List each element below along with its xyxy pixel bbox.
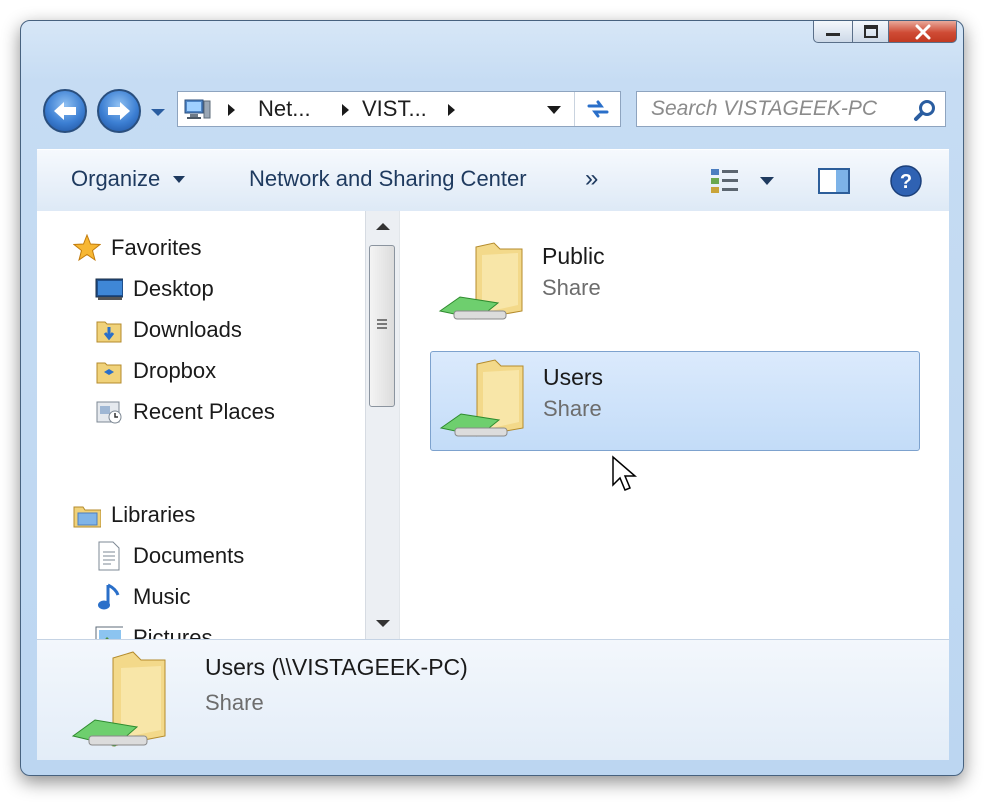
list-item[interactable]: Public Share <box>430 231 920 331</box>
recent-places-icon <box>95 398 123 426</box>
chevron-down-icon <box>760 177 774 185</box>
nav-label: Favorites <box>111 235 202 260</box>
change-view-button[interactable] <box>709 166 779 196</box>
chevron-right-icon[interactable] <box>446 103 456 117</box>
command-bar: Organize Network and Sharing Center » ? <box>37 149 949 213</box>
file-type: Share <box>543 396 602 421</box>
view-options-icon <box>711 169 738 193</box>
explorer-window: Net... VIST... Search VISTAGEEK-PC Organ… <box>20 20 964 776</box>
caption-buttons <box>813 21 957 59</box>
details-subtitle: Share <box>205 690 264 715</box>
preview-pane-button[interactable] <box>817 166 851 196</box>
document-icon <box>95 541 123 571</box>
nav-label: Dropbox <box>133 358 217 383</box>
maximize-icon <box>863 24 878 38</box>
minimize-icon <box>826 32 840 36</box>
refresh-icon <box>587 100 609 118</box>
chevron-down-icon[interactable] <box>546 104 562 116</box>
recent-pages-dropdown[interactable] <box>149 105 171 121</box>
nav-favorites[interactable]: Favorites <box>73 231 201 265</box>
nav-label: Desktop <box>133 276 214 301</box>
downloads-folder-icon <box>95 316 123 344</box>
nav-label: Recent Places <box>133 399 275 424</box>
shared-folder-icon <box>439 359 524 437</box>
chevron-down-icon <box>151 109 165 116</box>
search-box[interactable]: Search VISTAGEEK-PC <box>636 91 946 127</box>
breadcrumb-vistageek[interactable]: VIST... <box>362 92 427 126</box>
scroll-down-arrow-icon[interactable] <box>375 619 391 629</box>
file-name: Users <box>543 364 604 390</box>
nav-label: Documents <box>133 543 245 568</box>
organize-label: Organize <box>71 166 161 191</box>
nav-scrollbar[interactable] <box>365 211 400 639</box>
chevron-right-icon <box>228 104 235 116</box>
details-pane: Users (\\VISTAGEEK-PC) Share <box>37 639 949 760</box>
grip-icon <box>377 319 387 329</box>
refresh-button[interactable] <box>574 92 621 126</box>
list-item[interactable]: Users Share <box>430 351 920 451</box>
nav-downloads[interactable]: Downloads <box>95 313 242 347</box>
nav-label: Libraries <box>111 502 196 527</box>
star-icon <box>73 234 101 262</box>
minimize-button[interactable] <box>813 21 853 43</box>
scroll-up-arrow-icon[interactable] <box>375 221 391 231</box>
back-button[interactable] <box>43 89 87 133</box>
arrow-right-icon <box>108 102 130 120</box>
nav-label: Downloads <box>133 317 242 342</box>
chevron-right-icon[interactable] <box>340 103 350 117</box>
arrow-left-icon <box>54 102 76 120</box>
desktop-icon <box>95 275 123 303</box>
help-button[interactable]: ? <box>889 164 923 198</box>
nav-label: Music <box>133 584 191 609</box>
search-icon[interactable] <box>913 98 937 122</box>
help-icon: ? <box>890 165 922 197</box>
nav-desktop[interactable]: Desktop <box>95 272 214 306</box>
nav-dropbox[interactable]: Dropbox <box>95 354 216 388</box>
close-button[interactable] <box>889 21 957 43</box>
chevron-down-icon <box>173 176 186 184</box>
address-bar[interactable]: Net... VIST... <box>177 91 621 127</box>
details-title: Users (\\VISTAGEEK-PC) <box>205 654 468 680</box>
organize-menu[interactable]: Organize <box>71 150 186 212</box>
breadcrumb-network[interactable]: Net... <box>258 92 311 126</box>
nav-music[interactable]: Music <box>95 580 190 614</box>
network-computer-icon <box>184 99 211 119</box>
svg-text:?: ? <box>900 171 912 193</box>
content-area: Favorites Desktop Downloads Dropbox Rece… <box>37 211 950 650</box>
file-name: Public <box>542 243 605 269</box>
maximize-button[interactable] <box>853 21 889 43</box>
nav-libraries[interactable]: Libraries <box>73 498 195 532</box>
file-type: Share <box>542 275 601 300</box>
nav-recent-places[interactable]: Recent Places <box>95 395 275 429</box>
shared-folder-icon <box>71 651 166 747</box>
music-note-icon <box>95 583 123 611</box>
mouse-cursor-icon <box>612 455 638 491</box>
more-commands-button[interactable]: » <box>585 150 598 212</box>
navigation-pane: Favorites Desktop Downloads Dropbox Rece… <box>37 211 365 650</box>
scroll-thumb[interactable] <box>369 245 395 407</box>
libraries-icon <box>73 501 101 529</box>
search-input[interactable]: Search VISTAGEEK-PC <box>651 92 877 126</box>
file-list: Public Share Users Share <box>399 211 950 639</box>
forward-button[interactable] <box>97 89 141 133</box>
preview-pane-icon <box>818 168 850 194</box>
close-icon <box>915 24 930 39</box>
dropbox-folder-icon <box>95 357 123 385</box>
nav-documents[interactable]: Documents <box>95 539 244 573</box>
shared-folder-icon <box>438 242 523 320</box>
network-sharing-center-button[interactable]: Network and Sharing Center <box>249 150 527 212</box>
